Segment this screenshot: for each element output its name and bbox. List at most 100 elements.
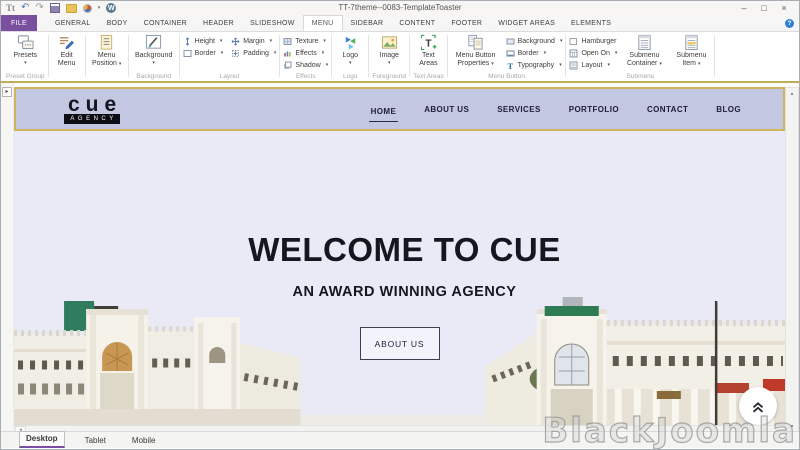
minimize-button[interactable]: – xyxy=(734,2,754,15)
texture-icon xyxy=(283,37,292,46)
hamburger-control[interactable]: Hamburger xyxy=(569,35,617,47)
menu-button-border-control[interactable]: Border xyxy=(506,47,563,59)
site-canvas: cue AGENCY HOME ABOUT US SERVICES PORTFO… xyxy=(14,87,785,425)
texture-control[interactable]: Texture xyxy=(283,35,328,47)
left-gutter: ▸ xyxy=(1,83,14,433)
edit-menu-button[interactable]: Edit Menu xyxy=(52,33,82,67)
site-header[interactable]: cue AGENCY HOME ABOUT US SERVICES PORTFO… xyxy=(14,87,785,131)
nav-contact[interactable]: CONTACT xyxy=(645,101,690,118)
presets-button[interactable]: Presets ▾ xyxy=(7,33,43,65)
help-icon[interactable]: ? xyxy=(785,19,794,28)
margin-control[interactable]: Margin xyxy=(231,35,276,47)
tab-content[interactable]: CONTENT xyxy=(391,15,443,31)
ribbon-group-menu-button: Menu Button Properties Background Border… xyxy=(448,33,566,81)
preview-area: ▸ cue AGENCY HOME ABOUT US SERVICES PORT… xyxy=(1,83,799,433)
typography-control[interactable]: T Typography xyxy=(506,59,563,71)
site-logo[interactable]: cue AGENCY xyxy=(62,95,122,124)
hamburger-checkbox-icon xyxy=(569,37,578,46)
site-logo-title: cue xyxy=(62,95,122,114)
presets-icon xyxy=(17,34,34,51)
logo-button[interactable]: Logo ▾ xyxy=(335,33,365,65)
app-logo-icon: Tt xyxy=(6,4,15,13)
preview-vertical-scrollbar[interactable]: ▴ ▾ xyxy=(785,87,799,433)
menu-button-properties-button[interactable]: Menu Button Properties xyxy=(451,33,501,68)
site-logo-badge: AGENCY xyxy=(64,114,119,124)
nav-about-us[interactable]: ABOUT US xyxy=(422,101,471,118)
ribbon-group-edit-menu: Edit Menu xyxy=(49,33,85,81)
tab-header[interactable]: HEADER xyxy=(195,15,242,31)
tab-slideshow[interactable]: SLIDESHOW xyxy=(242,15,303,31)
ribbon-tab-bar: FILE GENERAL BODY CONTAINER HEADER SLIDE… xyxy=(1,15,799,32)
tab-menu[interactable]: MENU xyxy=(303,15,343,31)
panel-expand-button[interactable]: ▸ xyxy=(2,87,12,97)
text-areas-button[interactable]: T Text Areas xyxy=(413,33,443,67)
device-tab-mobile[interactable]: Mobile xyxy=(126,434,162,448)
hero-title: WELCOME TO CUE xyxy=(24,231,785,269)
ribbon-group-menu-position: Menu Position xyxy=(86,33,128,81)
tab-elements[interactable]: ELEMENTS xyxy=(563,15,619,31)
height-icon xyxy=(183,37,192,46)
background-icon xyxy=(145,34,162,51)
browser-preview-icon[interactable] xyxy=(83,4,92,13)
ribbon-group-text-areas: T Text Areas Text Areas xyxy=(410,33,446,81)
double-chevron-up-icon xyxy=(749,397,767,415)
device-tab-desktop[interactable]: Desktop xyxy=(19,431,65,448)
menu-button-background-control[interactable]: Background xyxy=(506,35,563,47)
scroll-up-icon[interactable]: ▴ xyxy=(786,90,798,97)
svg-text:T: T xyxy=(507,61,513,70)
tab-widget-areas[interactable]: WIDGET AREAS xyxy=(490,15,563,31)
edit-menu-icon xyxy=(58,34,75,51)
submenu-container-button[interactable]: Submenu Container xyxy=(622,33,666,68)
menu-button-background-icon xyxy=(506,37,515,46)
ribbon-group-layout: Height Border Margin Padding xyxy=(180,33,280,81)
nav-blog[interactable]: BLOG xyxy=(714,101,743,118)
shadow-control[interactable]: Shadow xyxy=(283,59,328,71)
submenu-layout-control[interactable]: Layout xyxy=(569,59,617,71)
tab-body[interactable]: BODY xyxy=(99,15,136,31)
window-controls: – □ × xyxy=(734,2,794,15)
border-control[interactable]: Border xyxy=(183,47,224,59)
ribbon: Presets ▾ Preset Group Edit Menu Menu P xyxy=(1,32,799,81)
menu-position-button[interactable]: Menu Position xyxy=(89,33,125,68)
menu-position-icon xyxy=(98,34,115,51)
wordpress-icon[interactable]: W xyxy=(106,3,116,13)
effects-icon xyxy=(283,49,292,58)
nav-services[interactable]: SERVICES xyxy=(495,101,543,118)
close-button[interactable]: × xyxy=(774,2,794,15)
open-on-control[interactable]: Open On xyxy=(569,47,617,59)
tab-footer[interactable]: FOOTER xyxy=(443,15,490,31)
scroll-down-icon[interactable]: ▾ xyxy=(786,423,798,430)
left-building xyxy=(14,301,300,425)
quick-access-dropdown-icon[interactable]: ▾ xyxy=(98,6,101,11)
maximize-button[interactable]: □ xyxy=(754,2,774,15)
effects-control[interactable]: Effects xyxy=(283,47,328,59)
menu-button-border-icon xyxy=(506,49,515,58)
image-button[interactable]: Image ▾ xyxy=(372,33,406,65)
background-button[interactable]: Background ▾ xyxy=(132,33,176,65)
height-control[interactable]: Height xyxy=(183,35,224,47)
margin-icon xyxy=(231,37,240,46)
padding-icon xyxy=(231,49,240,58)
logo-icon xyxy=(342,34,359,51)
scroll-to-top-button[interactable] xyxy=(739,387,777,425)
hero-about-button[interactable]: ABOUT US xyxy=(360,327,440,360)
nav-home[interactable]: HOME xyxy=(369,103,399,122)
hero-subtitle: AN AWARD WINNING AGENCY xyxy=(24,284,785,300)
device-tab-tablet[interactable]: Tablet xyxy=(79,434,112,448)
ribbon-group-preset: Presets ▾ Preset Group xyxy=(3,33,48,81)
submenu-item-button[interactable]: Submenu Item xyxy=(671,33,711,68)
export-icon[interactable] xyxy=(66,4,77,13)
quick-access-toolbar: Tt ↶ ↷ ▾ W xyxy=(6,3,116,13)
undo-button[interactable]: ↶ xyxy=(21,3,29,13)
tab-sidebar[interactable]: SIDEBAR xyxy=(343,15,392,31)
padding-control[interactable]: Padding xyxy=(231,47,276,59)
tab-general[interactable]: GENERAL xyxy=(47,15,99,31)
tab-file[interactable]: FILE xyxy=(1,15,37,31)
submenu-item-icon xyxy=(683,34,700,51)
redo-button[interactable]: ↷ xyxy=(35,3,43,13)
save-icon[interactable] xyxy=(50,3,60,13)
text-areas-icon: T xyxy=(420,34,437,51)
nav-portfolio[interactable]: PORTFOLIO xyxy=(567,101,621,118)
tab-container[interactable]: CONTAINER xyxy=(136,15,195,31)
window-title: TT-7theme--0083-TemplateToaster xyxy=(1,1,799,15)
